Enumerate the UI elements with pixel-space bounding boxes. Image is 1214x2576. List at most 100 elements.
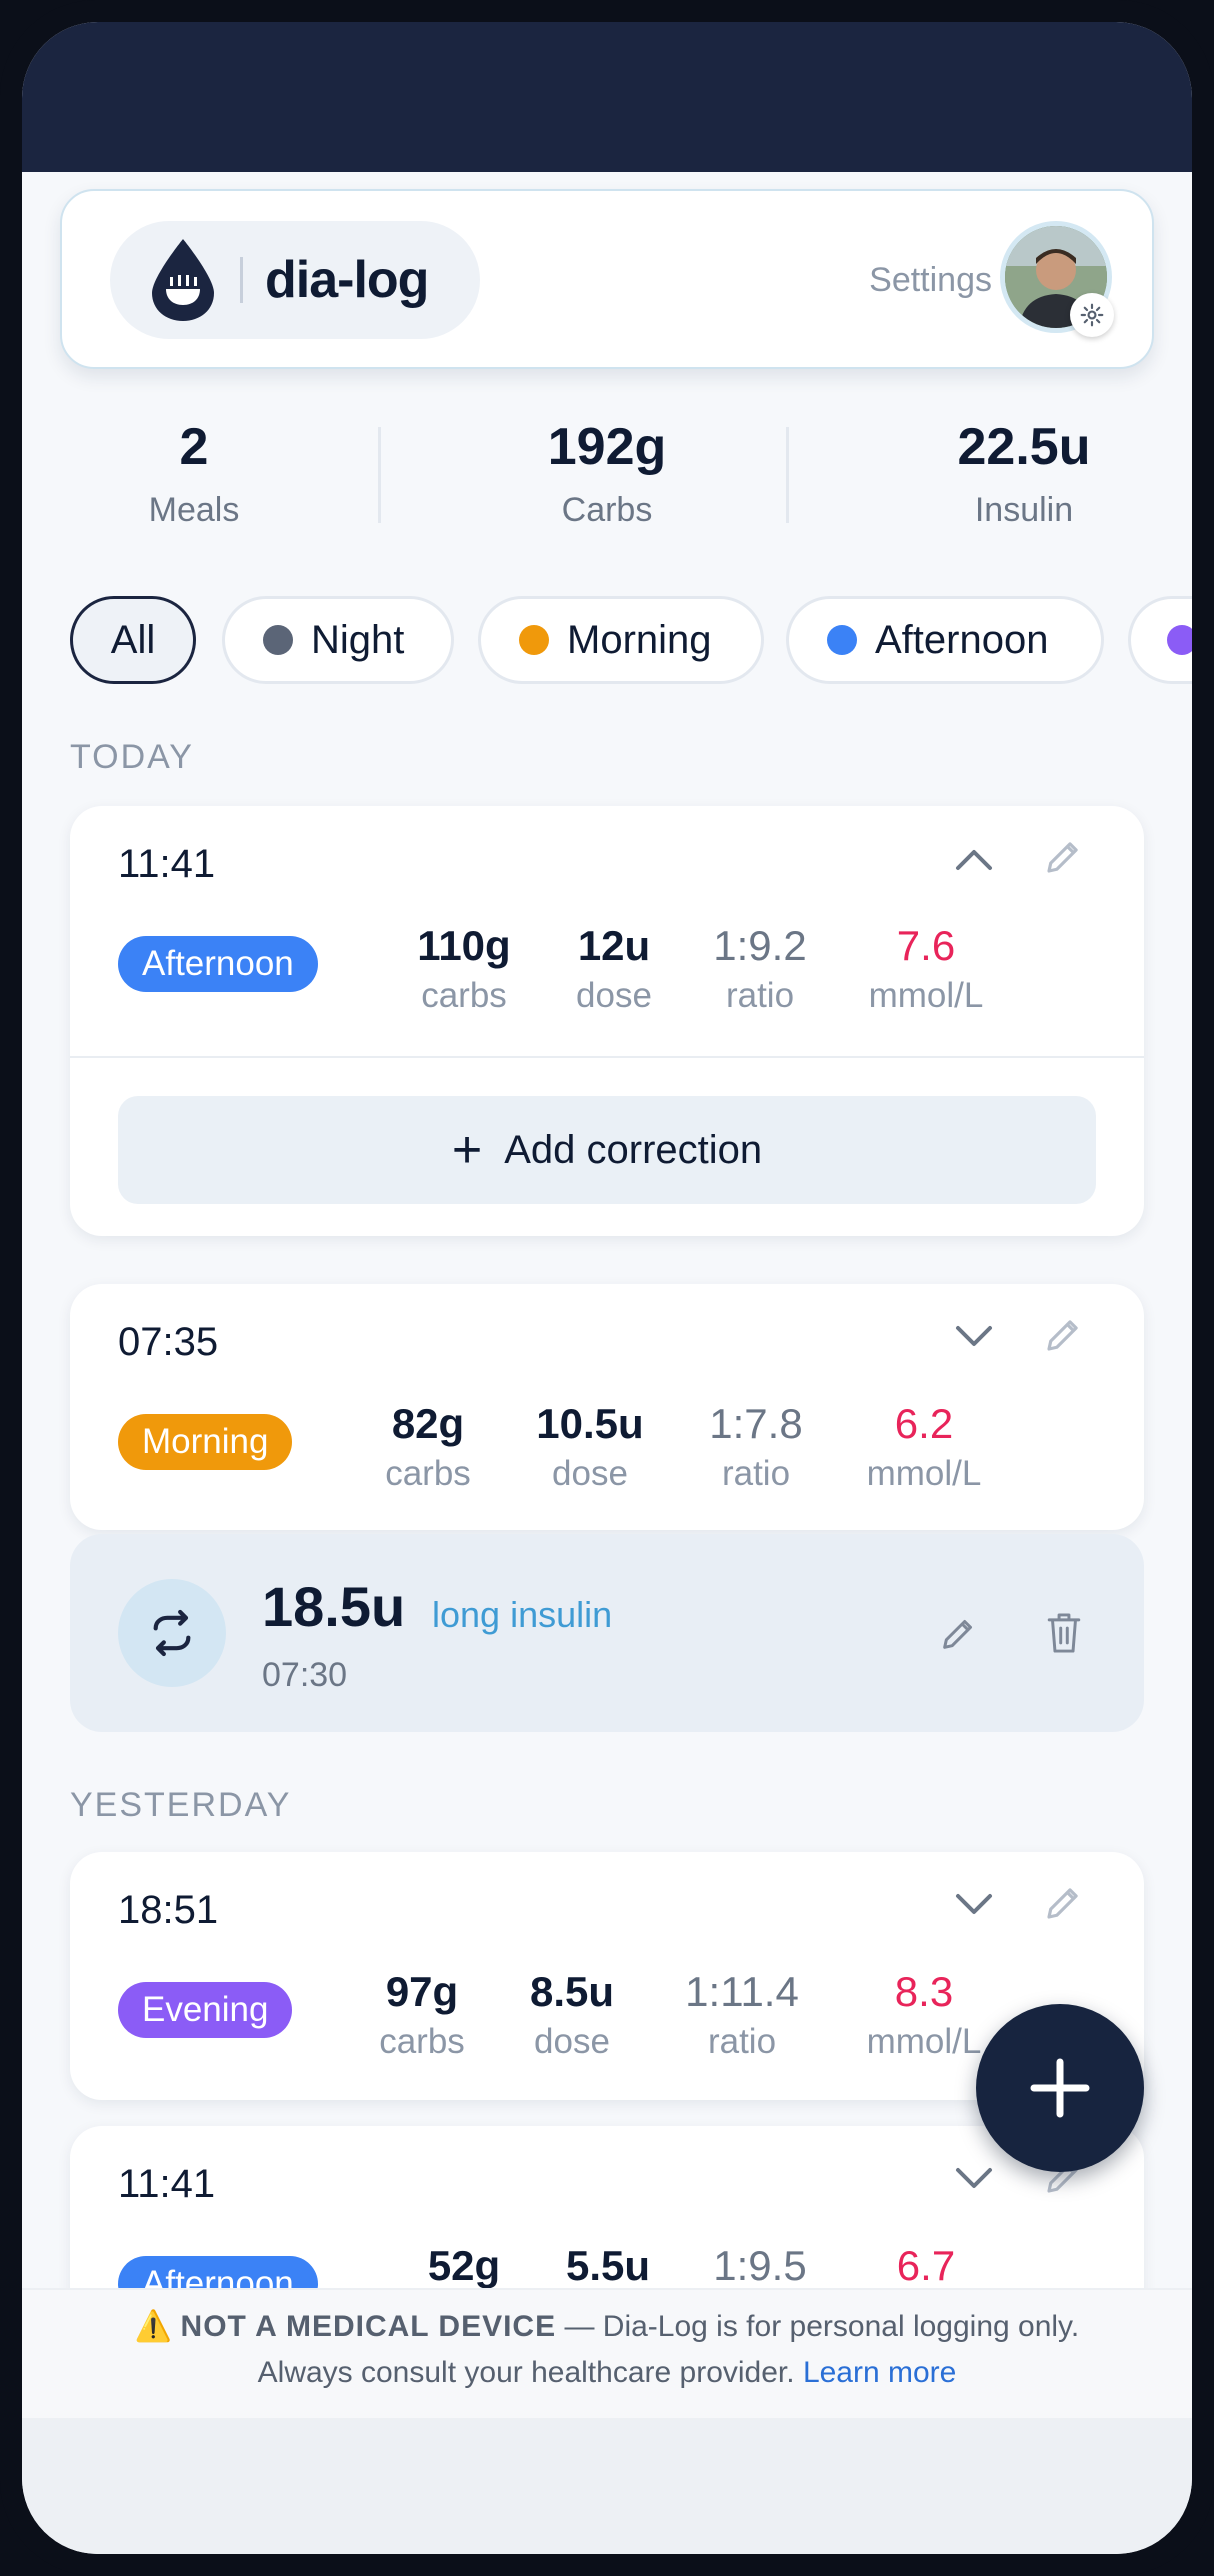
status-bar <box>22 22 1192 172</box>
medical-disclaimer: ⚠️ NOT A MEDICAL DEVICE — Dia-Log is for… <box>22 2288 1192 2418</box>
metric-value: 110g <box>417 922 511 969</box>
app-header: dia-log Settings <box>60 189 1154 369</box>
metric-value: 52g <box>427 2242 501 2289</box>
stat-label: Carbs <box>561 491 653 529</box>
metric-dose: 5.5u <box>528 2242 688 2290</box>
trash-icon[interactable] <box>1044 1610 1084 1656</box>
repeat-icon-glyph <box>153 1609 191 1657</box>
metric-value: 10.5u <box>536 1400 644 1447</box>
filter-chip-morning[interactable]: Morning <box>478 596 764 684</box>
metric-value: 12u <box>577 922 651 969</box>
metric-value: 5.5u <box>565 2242 651 2289</box>
meal-entry-card[interactable]: 07:35 Morning 82g carbs 10.5u dose 1:7.8… <box>70 1284 1144 1530</box>
afternoon-dot-icon <box>827 625 857 655</box>
card-divider <box>70 1056 1144 1058</box>
metric-label: dose <box>552 1454 628 1493</box>
stat-label: Insulin <box>974 491 1074 529</box>
stat-value: 2 <box>179 418 209 476</box>
night-dot-icon <box>263 625 293 655</box>
meal-entry-card[interactable]: 11:41 Afternoon 110g carbs 12u dose 1:9.… <box>70 806 1144 1236</box>
repeat-icon <box>118 1579 226 1687</box>
brand-logo[interactable]: dia-log <box>110 221 480 339</box>
metric-dose: 8.5u dose <box>492 1968 652 2062</box>
filter-chip-evening[interactable] <box>1128 596 1192 684</box>
device-frame: dia-log Settings 2 Meals 192g Carbs 22.5… <box>0 0 1214 2576</box>
app-name: dia-log <box>265 251 429 309</box>
section-label-today: TODAY <box>70 738 194 776</box>
daily-stats: 2 Meals 192g Carbs 22.5u Insulin <box>22 417 1192 557</box>
metric-label: mmol/L <box>866 2022 982 2061</box>
metric-value: 8.3 <box>894 1968 954 2015</box>
settings-link[interactable]: Settings <box>869 261 992 300</box>
metric-value: 1:9.5 <box>713 2242 807 2289</box>
metric-carbs: 110g carbs <box>384 922 544 1016</box>
period-badge: Afternoon <box>118 936 318 992</box>
filter-chip-all[interactable]: All <box>70 596 196 684</box>
plus-icon: + <box>451 1121 483 1179</box>
metric-label: mmol/L <box>868 976 984 1015</box>
section-label-yesterday: YESTERDAY <box>70 1786 292 1824</box>
stat-value: 192g <box>547 418 667 476</box>
warning-icon: ⚠️ <box>134 2310 173 2343</box>
brand-divider <box>240 257 243 303</box>
metric-ratio: 1:9.2 ratio <box>680 922 840 1016</box>
metric-value: 8.5u <box>529 1968 615 2015</box>
settings-gear-badge[interactable] <box>1070 293 1114 337</box>
bottom-safe-area <box>22 2418 1192 2554</box>
edit-pencil-icon[interactable] <box>1042 1314 1084 1356</box>
metric-value: 6.7 <box>896 2242 956 2289</box>
metric-ratio: 1:9.5 <box>680 2242 840 2290</box>
gear-icon <box>1080 303 1104 327</box>
stat-carbs: 192g Carbs <box>457 417 757 530</box>
metric-value: 1:7.8 <box>709 1400 803 1447</box>
metric-carbs: 52g <box>384 2242 544 2290</box>
metric-label: mmol/L <box>866 1454 982 1493</box>
stats-divider <box>378 427 381 523</box>
learn-more-link[interactable]: Learn more <box>803 2356 956 2389</box>
metric-value: 1:11.4 <box>685 1968 799 2015</box>
edit-pencil-icon[interactable] <box>938 1614 978 1654</box>
metric-glucose: 7.6 mmol/L <box>846 922 1006 1016</box>
chevron-down-icon[interactable] <box>954 1892 994 1918</box>
edit-pencil-icon[interactable] <box>1042 1882 1084 1924</box>
drop-bowl-icon <box>152 239 214 321</box>
filter-chip-afternoon[interactable]: Afternoon <box>786 596 1104 684</box>
disclaimer-text-2: Always consult your healthcare provider. <box>257 2356 795 2389</box>
add-correction-label: Add correction <box>504 1127 763 1172</box>
metric-label: dose <box>534 2022 610 2061</box>
period-badge: Evening <box>118 1982 293 2038</box>
chip-label: Morning <box>567 617 712 662</box>
long-insulin-type: long insulin <box>432 1594 613 1635</box>
metric-ratio: 1:7.8 ratio <box>676 1400 836 1494</box>
disclaimer-title: NOT A MEDICAL DEVICE <box>180 2310 557 2343</box>
long-insulin-amount: 18.5u <box>262 1575 406 1638</box>
metric-label: ratio <box>707 2022 777 2061</box>
long-insulin-time: 07:30 <box>262 1656 348 1694</box>
add-entry-button[interactable] <box>976 2004 1144 2172</box>
metric-label: ratio <box>721 1454 791 1493</box>
metric-dose: 10.5u dose <box>510 1400 670 1494</box>
stat-insulin: 22.5u Insulin <box>874 417 1174 530</box>
add-correction-button[interactable]: + Add correction <box>118 1096 1096 1204</box>
disclaimer-text: — Dia-Log is for personal logging only. <box>564 2310 1080 2343</box>
morning-dot-icon <box>519 625 549 655</box>
metric-glucose: 6.7 <box>846 2242 1006 2290</box>
chip-label: Afternoon <box>875 617 1049 662</box>
edit-pencil-icon[interactable] <box>1042 836 1084 878</box>
chevron-down-icon[interactable] <box>954 1324 994 1350</box>
stats-divider <box>786 427 789 523</box>
entry-time: 11:41 <box>118 2162 216 2206</box>
metric-glucose: 8.3 mmol/L <box>844 1968 1004 2062</box>
chevron-up-icon[interactable] <box>954 846 994 872</box>
metric-value: 1:9.2 <box>713 922 807 969</box>
metric-value: 82g <box>391 1400 465 1447</box>
chevron-down-icon[interactable] <box>954 2166 994 2192</box>
filter-chip-night[interactable]: Night <box>222 596 454 684</box>
chip-label: All <box>110 617 156 662</box>
evening-dot-icon <box>1167 625 1192 655</box>
long-insulin-entry[interactable]: 18.5u long insulin 07:30 <box>70 1534 1144 1732</box>
metric-ratio: 1:11.4 ratio <box>662 1968 822 2062</box>
metric-carbs: 82g carbs <box>348 1400 508 1494</box>
metric-glucose: 6.2 mmol/L <box>844 1400 1004 1494</box>
metric-value: 7.6 <box>896 922 956 969</box>
